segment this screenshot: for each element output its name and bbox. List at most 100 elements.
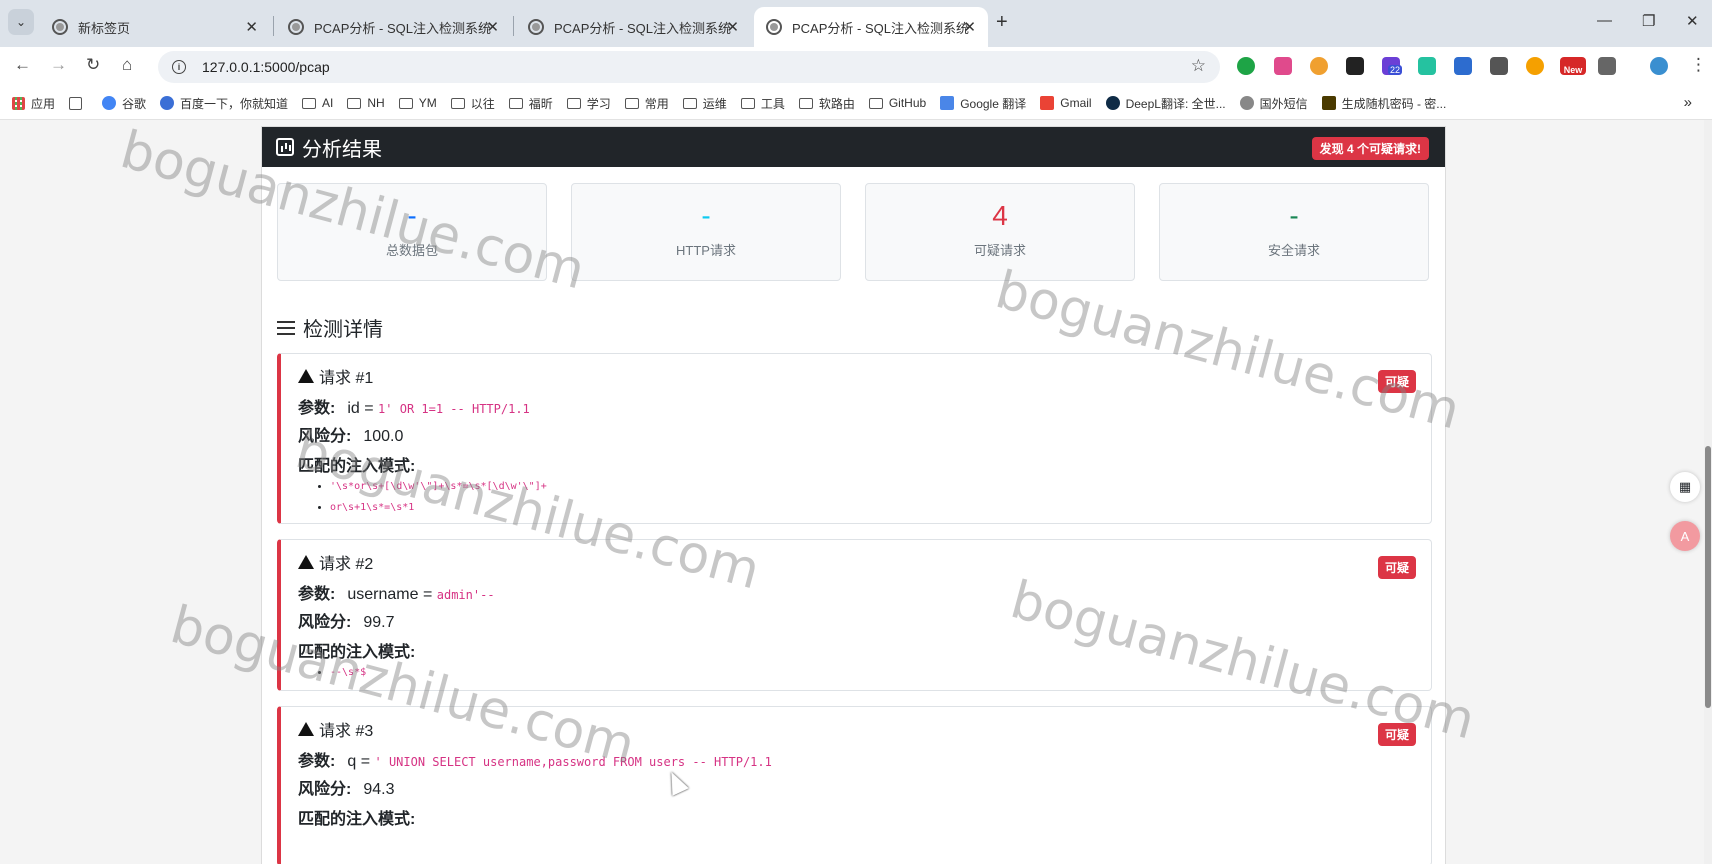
bookmark-item[interactable]: Gmail (1040, 96, 1092, 110)
minimize-icon[interactable]: — (1597, 12, 1612, 29)
list-item: --\s*$ (330, 662, 1414, 683)
extension-check-icon[interactable] (1237, 57, 1255, 75)
close-tab-icon[interactable]: ✕ (726, 18, 739, 36)
extension-q-icon[interactable] (1418, 57, 1436, 75)
request-title: 请求 #2 (298, 552, 1414, 573)
request-card-1: 请求 #1 可疑 参数: id = 1' OR 1=1 -- HTTP/1.1 风… (277, 353, 1432, 524)
stat-label: HTTP请求 (676, 243, 736, 258)
bookmark-folder[interactable]: 福昕 (508, 95, 553, 112)
extension-recycle-icon[interactable] (1310, 57, 1328, 75)
site-info-icon[interactable]: i (172, 60, 186, 74)
stat-label: 安全请求 (1267, 243, 1320, 258)
extension-clock-icon[interactable] (1526, 57, 1544, 75)
back-icon[interactable]: ← (14, 55, 31, 75)
bookmark-item[interactable]: DeepL翻译: 全世... (1105, 95, 1226, 112)
risk-score: 99.7 (363, 614, 395, 631)
scrollbar-thumb[interactable] (1705, 446, 1711, 708)
extension-save-icon[interactable] (1454, 57, 1472, 75)
page-scrollbar[interactable] (1704, 120, 1712, 864)
address-bar[interactable]: i 127.0.0.1:5000/pcap ☆ (158, 51, 1220, 83)
bookmark-folder[interactable]: 学习 (566, 95, 611, 112)
warning-icon (298, 722, 314, 736)
bookmark-folder[interactable]: 常用 (624, 95, 669, 112)
restore-icon[interactable]: ❐ (1642, 12, 1655, 30)
stat-http-requests: - HTTP请求 (571, 183, 841, 281)
baidu-icon (160, 96, 175, 110)
bookmark-item[interactable]: Google 翻译 (940, 95, 1026, 112)
browser-tab-3[interactable]: PCAP分析 - SQL注入检测系统 ✕ (516, 7, 751, 47)
bookmark-folder[interactable]: 工具 (740, 95, 785, 112)
tab-title: PCAP分析 - SQL注入检测系统 (554, 20, 731, 36)
folder-icon (798, 97, 813, 109)
reload-icon[interactable]: ↻ (86, 55, 100, 75)
forward-icon[interactable]: → (50, 55, 67, 75)
stat-suspicious-requests: 4 可疑请求 (865, 183, 1135, 281)
bookmark-folder[interactable]: 以往 (450, 95, 495, 112)
new-tab-icon[interactable]: + (996, 11, 1008, 34)
bookmark-item[interactable]: 国外短信 (1239, 95, 1308, 112)
list-item: '\s*or\s+[\d\w'\"]+\s*=\s*[\d\w'\"]+ (330, 476, 1414, 497)
browser-tab-1[interactable]: 新标签页 ✕ (40, 7, 270, 47)
qr-widget-icon[interactable]: ▦ (1670, 472, 1700, 502)
stat-value: - (701, 200, 711, 231)
bookmark-apps[interactable]: 应用 (12, 95, 55, 112)
extension-copy-icon[interactable] (1490, 57, 1508, 75)
bookmark-folder[interactable]: NH (347, 96, 385, 110)
bookmark-item[interactable]: 谷歌 (102, 95, 146, 112)
patterns-heading: 匹配的注入模式: (298, 458, 416, 475)
bookmarks-overflow-icon[interactable]: » (1684, 94, 1692, 111)
param-row: 参数: q = ' UNION SELECT username,password … (298, 753, 772, 770)
home-icon[interactable]: ⌂ (122, 55, 132, 75)
risk-row: 风险分: 100.0 (298, 428, 404, 445)
request-card-3: 请求 #3 可疑 参数: q = ' UNION SELECT username,… (277, 706, 1432, 864)
risk-score: 100.0 (363, 428, 404, 445)
tab-title: PCAP分析 - SQL注入检测系统 (792, 20, 969, 36)
url-text[interactable]: 127.0.0.1:5000/pcap (202, 59, 330, 75)
tab-title: 新标签页 (78, 20, 131, 36)
tab-title: PCAP分析 - SQL注入检测系统 (314, 20, 491, 36)
bookmark-folder[interactable]: GitHub (868, 96, 926, 110)
close-tab-icon[interactable]: ✕ (245, 18, 258, 36)
extension-glasses-icon[interactable] (1346, 57, 1364, 75)
bookmark-folder[interactable]: 运维 (682, 95, 727, 112)
pattern-list: --\s*$ (298, 662, 1414, 683)
param-value: ' UNION SELECT username,password FROM us… (374, 755, 772, 769)
menu-kebab-icon[interactable]: ⋮ (1690, 55, 1707, 75)
browser-tab-2[interactable]: PCAP分析 - SQL注入检测系统 ✕ (276, 7, 511, 47)
param-value: admin'-- (436, 588, 495, 602)
gmail-icon (1040, 96, 1055, 110)
extension-translate-icon[interactable] (1274, 57, 1292, 75)
extensions-puzzle-icon[interactable] (1598, 57, 1616, 75)
bookmark-item[interactable]: 生成随机密码 - 密... (1321, 95, 1446, 112)
stat-label: 可疑请求 (973, 243, 1026, 258)
list-icon (277, 320, 295, 335)
extension-badge-count: 22 (1388, 65, 1403, 75)
tab-search-button[interactable]: ⌄ (8, 9, 34, 35)
apps-grid-icon (12, 96, 25, 110)
profile-avatar[interactable] (1650, 57, 1668, 75)
extension-new-icon[interactable]: New (1560, 57, 1586, 75)
request-title: 请求 #3 (298, 719, 1414, 740)
stat-total-packets: - 总数据包 (277, 183, 547, 281)
translate-widget-icon[interactable]: A (1670, 521, 1700, 551)
bookmark-tab-groups[interactable] (69, 96, 88, 110)
bookmarks-bar: 应用 谷歌 百度一下，你就知道 AI NH YM 以往 福昕 学习 常用 运维 … (0, 87, 1712, 120)
close-tab-icon[interactable]: ✕ (963, 18, 976, 36)
request-card-2: 请求 #2 可疑 参数: username = admin'-- 风险分: 99.7… (277, 539, 1432, 691)
bookmark-star-icon[interactable]: ☆ (1191, 56, 1206, 76)
close-tab-icon[interactable]: ✕ (486, 18, 499, 36)
bookmark-item[interactable]: 百度一下，你就知道 (160, 95, 288, 112)
stat-value: 4 (992, 200, 1008, 231)
stat-value: - (407, 200, 417, 231)
bookmark-folder[interactable]: YM (398, 96, 437, 110)
folder-icon (508, 97, 523, 109)
bookmark-folder[interactable]: 软路由 (798, 95, 855, 112)
folder-icon (347, 97, 362, 109)
bookmark-folder[interactable]: AI (302, 96, 333, 110)
folder-icon (624, 97, 639, 109)
folder-icon (682, 97, 697, 109)
request-title: 请求 #1 (298, 366, 1414, 387)
close-window-icon[interactable]: ✕ (1686, 12, 1699, 30)
extension-home-icon[interactable]: 22 (1382, 57, 1403, 75)
browser-tab-4-active[interactable]: PCAP分析 - SQL注入检测系统 ✕ (754, 7, 988, 47)
